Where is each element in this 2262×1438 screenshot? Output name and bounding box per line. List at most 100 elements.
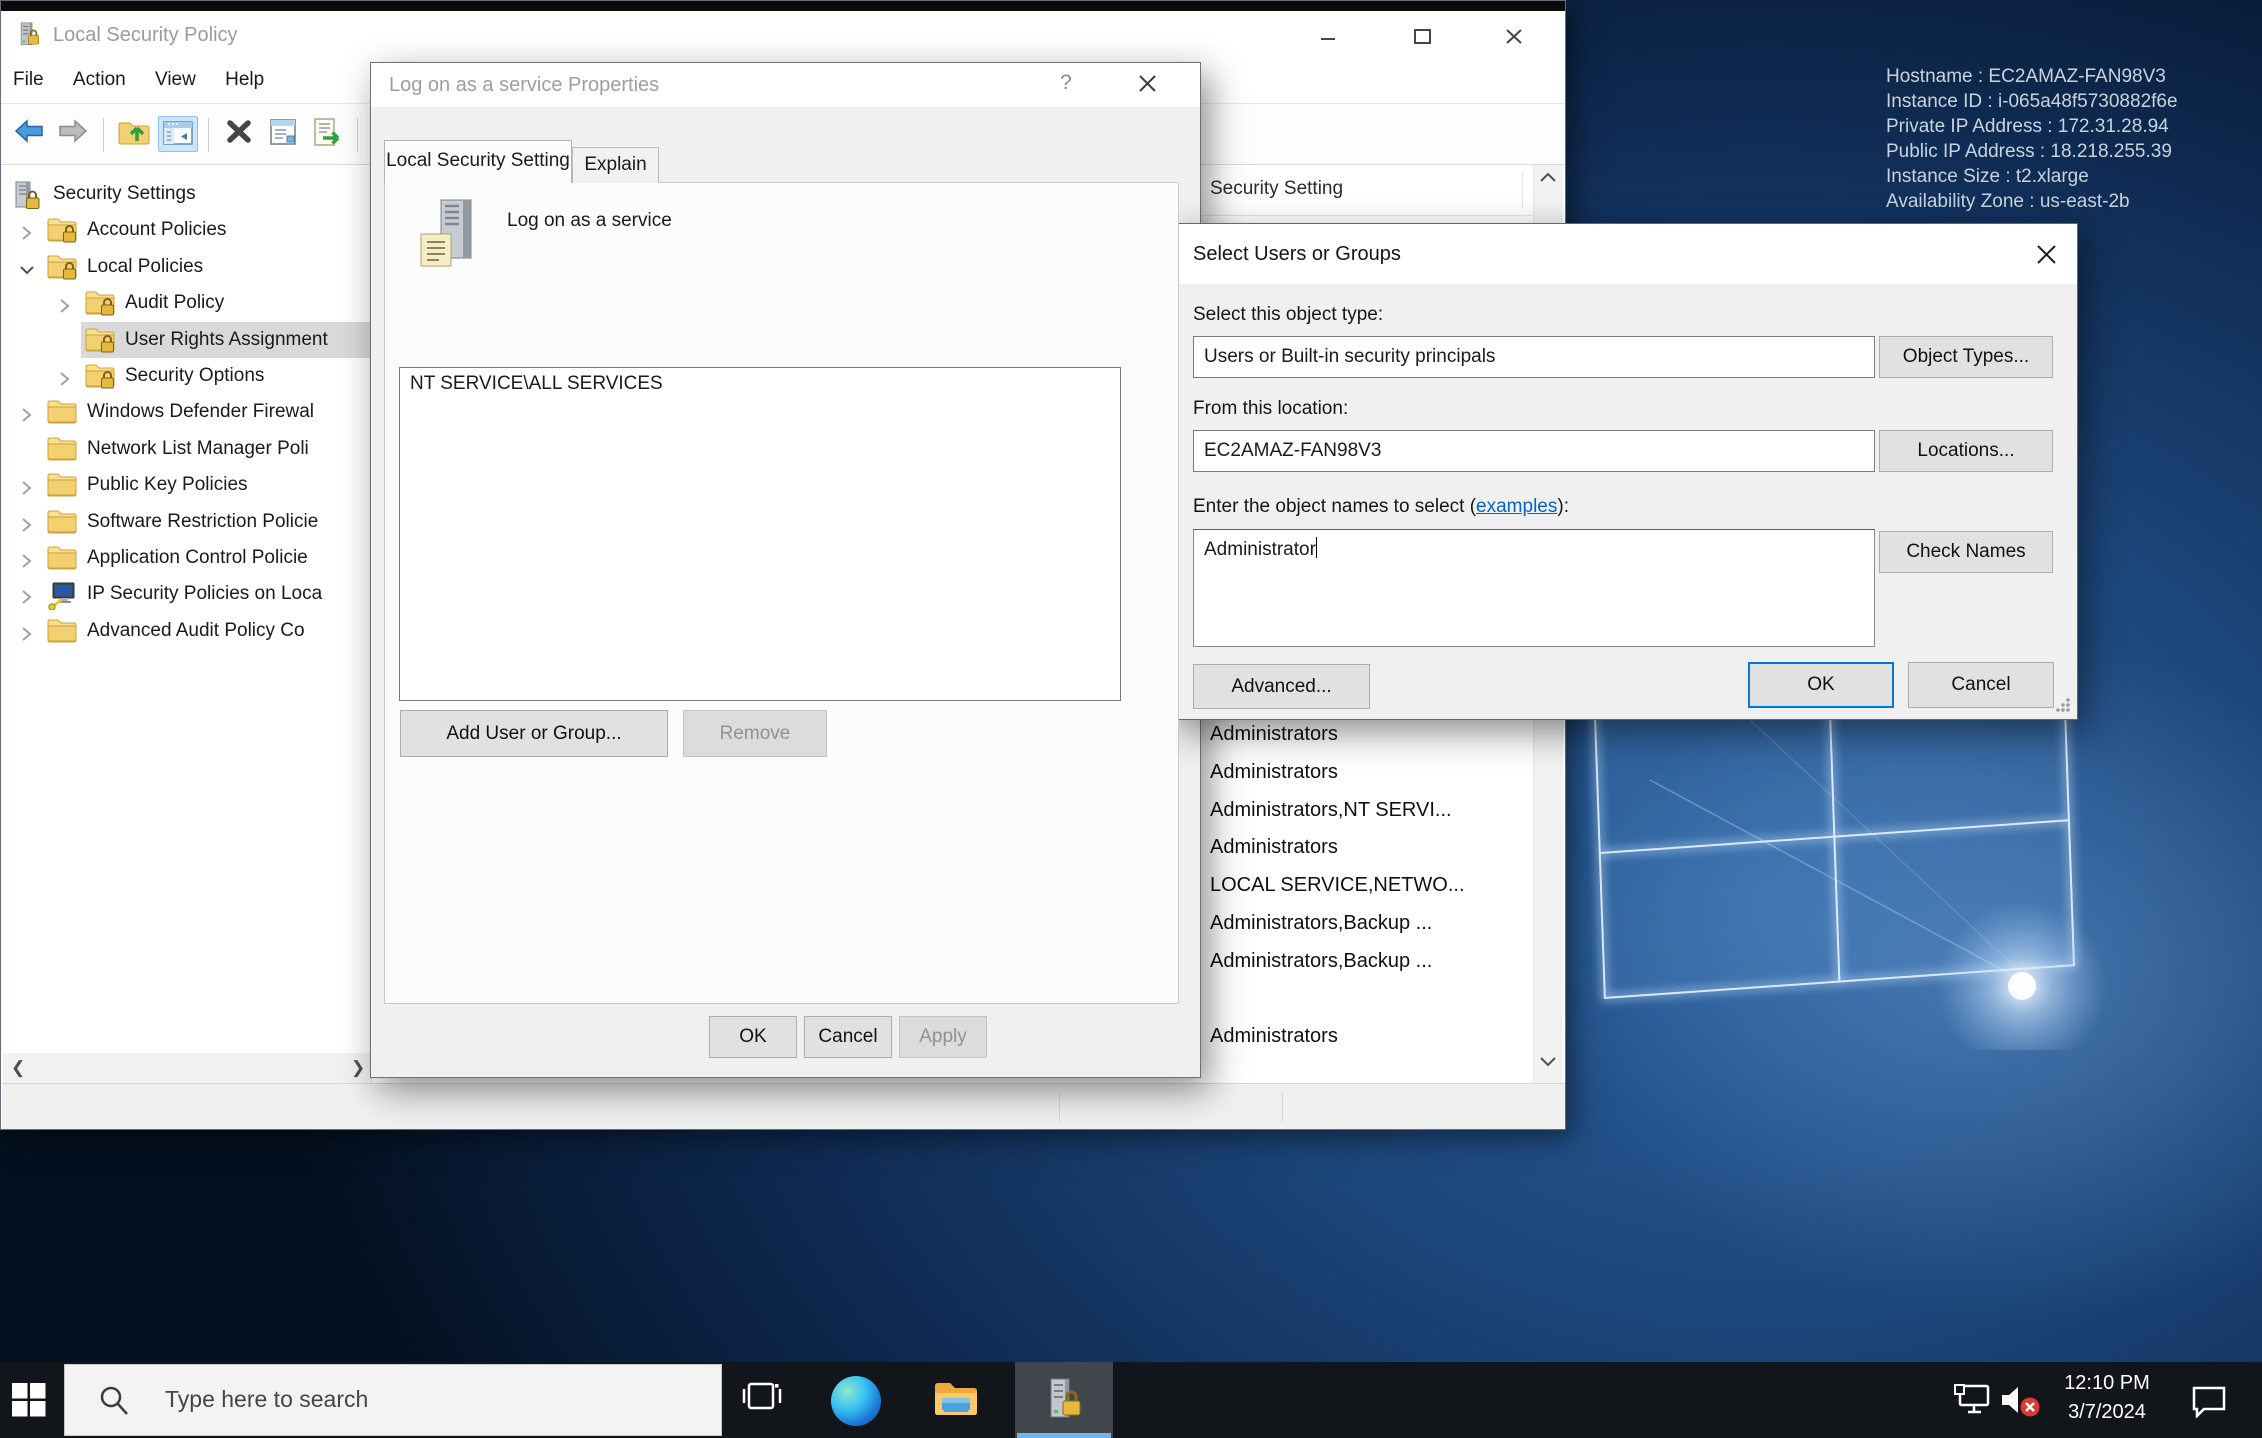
forward-arrow-icon[interactable] [53,116,93,152]
resize-grip[interactable] [2055,697,2071,713]
policy-row[interactable]: Administrators,Backup ... [1210,912,1530,948]
menu-view[interactable]: View [143,59,208,103]
tree-item-ip-security-policies-on-loca[interactable]: IP Security Policies on Loca [3,576,371,612]
tree-item-software-restriction-policie[interactable]: Software Restriction Policie [3,504,371,540]
policy-row[interactable] [1210,988,1530,1024]
file-explorer-icon[interactable] [920,1362,992,1438]
clock-date: 3/7/2024 [2048,1398,2166,1427]
info-hostname: Hostname : EC2AMAZ-FAN98V3 [1886,64,2246,89]
tree-item-user-rights-assignment[interactable]: User Rights Assignment [3,322,371,358]
object-types-button[interactable]: Object Types... [1879,336,2053,378]
member-item[interactable]: NT SERVICE\ALL SERVICES [400,368,1120,395]
policy-row[interactable]: Administrators [1210,1025,1530,1061]
tree-item-local-policies[interactable]: Local Policies [3,249,371,285]
tree-item-audit-policy[interactable]: Audit Policy [3,285,371,321]
policy-row[interactable]: Administrators,Backup ... [1210,950,1530,986]
window-top-strip [1,1,1565,11]
remove-button[interactable]: Remove [683,710,827,757]
export-list-icon[interactable] [307,116,347,152]
policy-row[interactable]: Administrators,NT SERVI... [1210,799,1530,835]
close-icon[interactable] [1131,71,1165,99]
object-type-field[interactable]: Users or Built-in security principals [1193,336,1875,378]
tree-item-network-list-manager-poli[interactable]: Network List Manager Poli [3,431,371,467]
ok-button[interactable]: OK [1748,662,1894,708]
taskbar: Type here to search 12:10 PM 3/7/2024 [0,1362,2262,1438]
tree-item-application-control-policie[interactable]: Application Control Policie [3,540,371,576]
object-names-label: Enter the object names to select (exampl… [1193,496,1569,518]
search-input[interactable]: Type here to search [64,1364,722,1436]
local-security-policy-taskbar-icon[interactable] [1015,1362,1113,1438]
tree-item-public-key-policies[interactable]: Public Key Policies [3,467,371,503]
start-button[interactable] [0,1362,64,1438]
advanced-button[interactable]: Advanced... [1193,664,1370,709]
ok-button[interactable]: OK [709,1016,797,1058]
menu-action[interactable]: Action [61,59,138,103]
select-users-or-groups-dialog: Select Users or Groups Select this objec… [1170,223,2078,720]
locations-button[interactable]: Locations... [1879,430,2053,472]
check-names-button[interactable]: Check Names [1879,531,2053,573]
tab-page: Log on as a service NT SERVICE\ALL SERVI… [384,182,1179,1004]
action-center-icon[interactable] [2190,1384,2228,1423]
tree-item-security-options[interactable]: Security Options [3,358,371,394]
clock-time: 12:10 PM [2048,1369,2166,1398]
members-listbox[interactable]: NT SERVICE\ALL SERVICES [399,367,1121,701]
log-on-as-service-properties-dialog: Log on as a service Properties ? Local S… [370,62,1201,1078]
scroll-left-icon[interactable]: ❮ [11,1057,25,1079]
console-tree-toggle-icon[interactable] [158,116,198,152]
folder-up-icon[interactable] [114,116,154,152]
policy-row[interactable]: Administrators [1210,836,1530,872]
instance-info-overlay: Hostname : EC2AMAZ-FAN98V3 Instance ID :… [1886,64,2246,214]
object-type-label: Select this object type: [1193,304,1383,326]
titlebar[interactable]: Local Security Policy [1,11,1565,59]
policy-row[interactable]: Administrators [1210,761,1530,797]
volume-muted-icon[interactable] [2000,1384,2042,1423]
column-divider[interactable] [1522,171,1523,209]
location-field[interactable]: EC2AMAZ-FAN98V3 [1193,430,1875,472]
cancel-button[interactable]: Cancel [804,1016,892,1058]
policy-row[interactable]: Administrators [1210,723,1530,759]
menu-file[interactable]: File [1,59,56,103]
task-view-button[interactable] [726,1362,798,1438]
scroll-right-icon[interactable]: ❯ [351,1057,365,1079]
edge-browser-icon[interactable] [820,1362,892,1438]
help-icon[interactable]: ? [1051,71,1081,99]
examples-link[interactable]: examples [1476,496,1557,517]
tree-item-advanced-audit-policy-co[interactable]: Advanced Audit Policy Co [3,613,371,649]
location-label: From this location: [1193,398,1348,420]
tree-item-label: Account Policies [87,212,226,248]
close-button[interactable] [1497,27,1531,49]
tree-item-label: Software Restriction Policie [87,504,318,540]
console-tree: Security SettingsAccount PoliciesLocal P… [3,165,371,1053]
add-user-or-group-button[interactable]: Add User or Group... [400,710,668,757]
scroll-down-icon[interactable] [1538,1055,1558,1074]
tab-local-security-setting[interactable]: Local Security Setting [384,140,572,183]
maximize-button[interactable] [1406,27,1440,49]
policy-server-icon [417,198,483,277]
apply-button[interactable]: Apply [899,1016,987,1058]
network-icon[interactable] [1954,1384,1992,1421]
close-icon[interactable] [2029,240,2065,270]
chevron-right-icon[interactable] [17,621,35,657]
tree-item-label: Security Options [125,358,264,394]
toolbar-separator [103,118,104,152]
back-arrow-icon[interactable] [9,116,49,152]
tree-item-account-policies[interactable]: Account Policies [3,212,371,248]
dialog-title: Select Users or Groups [1193,224,1401,284]
tree-horizontal-scrollbar[interactable]: ❮ ❯ [3,1053,371,1083]
delete-x-icon[interactable] [219,116,259,152]
statusbar [2,1083,1565,1129]
column-security-setting[interactable]: Security Setting [1210,178,1343,200]
statusbar-divider [1282,1092,1283,1122]
tab-explain[interactable]: Explain [572,147,659,183]
cancel-button[interactable]: Cancel [1908,662,2054,708]
menu-help[interactable]: Help [213,59,276,103]
tree-item-security-settings[interactable]: Security Settings [3,176,371,212]
properties-sheet-icon[interactable] [263,116,303,152]
object-names-field[interactable]: Administrator [1193,529,1875,647]
tree-item-windows-defender-firewal[interactable]: Windows Defender Firewal [3,394,371,430]
taskbar-clock[interactable]: 12:10 PM 3/7/2024 [2048,1369,2166,1427]
tree-item-label: IP Security Policies on Loca [87,576,322,612]
scroll-up-icon[interactable] [1538,171,1558,190]
policy-row[interactable]: LOCAL SERVICE,NETWO... [1210,874,1530,910]
minimize-button[interactable] [1311,27,1345,49]
